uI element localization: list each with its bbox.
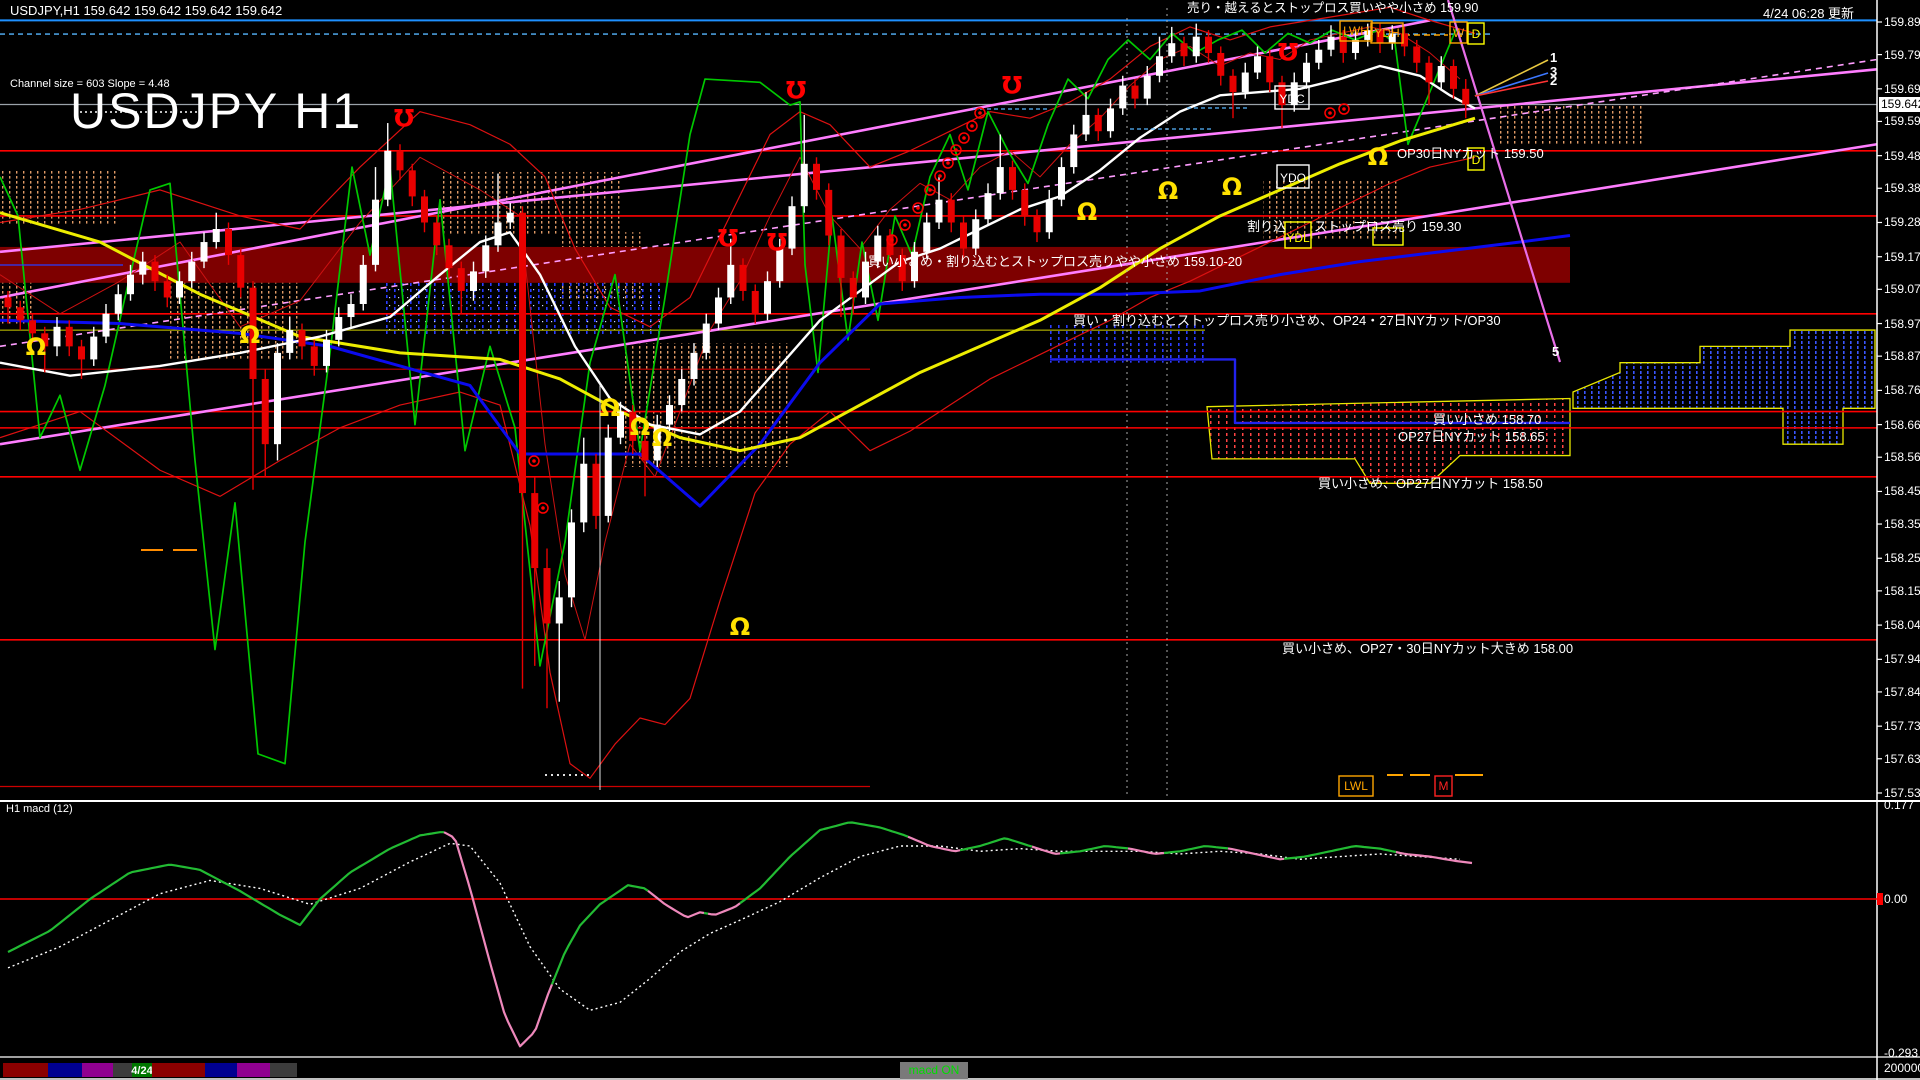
period-strip-segment xyxy=(237,1063,270,1077)
period-strip-segment xyxy=(152,1063,205,1077)
macd-panel[interactable] xyxy=(0,801,1877,1057)
period-strip-date-label: 4/24 xyxy=(131,1065,153,1077)
price-axis-label: 158.150 xyxy=(1884,583,1920,598)
period-strip-segment xyxy=(82,1063,113,1077)
period-strip-segment xyxy=(3,1063,48,1077)
price-axis-label: 157.940 xyxy=(1884,652,1920,667)
annotation-text: ストップロス売り 159.30 xyxy=(1314,219,1462,234)
chart-title-bar: USDJPY,H1 159.642 159.642 159.642 159.64… xyxy=(10,3,283,18)
macd-on-toggle[interactable]: macd ON xyxy=(900,1062,968,1079)
annotation-text: OP30日NYカット 159.50 xyxy=(1397,146,1544,161)
price-axis-label: 158.870 xyxy=(1884,349,1920,364)
macd-axis-label: 0.177 xyxy=(1884,798,1915,812)
price-axis-label: 158.560 xyxy=(1884,450,1920,465)
price-axis-label: 158.660 xyxy=(1884,417,1920,432)
price-axis-label: 158.455 xyxy=(1884,484,1920,499)
price-axis-label: 159.075 xyxy=(1884,282,1920,297)
price-axis-label: 159.485 xyxy=(1884,148,1920,163)
price-axis-label: 158.970 xyxy=(1884,316,1920,331)
period-strip-segment xyxy=(48,1063,82,1077)
annotation-text: 買い小さめ・割り込むとストップロス売りやや小さめ 159.10-20 xyxy=(868,254,1243,269)
price-axis-label: 158.355 xyxy=(1884,517,1920,532)
price-axis-label: 159.795 xyxy=(1884,47,1920,62)
price-axis-label: 159.895 xyxy=(1884,15,1920,29)
period-strip-segment xyxy=(270,1063,297,1077)
fan-line-label: 5 xyxy=(1552,344,1560,359)
annotation-text: 買い・割り込むとストップロス売り小さめ、OP24・27日NYカット/OP30 xyxy=(1073,313,1501,328)
price-axis-label: 159.690 xyxy=(1884,81,1920,96)
annotation-text: 買い小さめ 158.70 xyxy=(1433,412,1542,427)
price-axis-label: 159.590 xyxy=(1884,114,1920,129)
mt4-trading-chart-window: Ω Ω Ω Ω Ω Ω Ω Ω Ω Ω Ω Ω Ω Ω Ω Ω LWH YDH W D YDC YDO D YDL LWL M 4/… xyxy=(0,0,1920,1080)
price-axis-label: 157.635 xyxy=(1884,751,1920,766)
price-axis-label: 157.840 xyxy=(1884,684,1920,699)
annotation-text: 買い小さめ、OP27・30日NYカット大きめ 158.00 xyxy=(1282,641,1574,656)
annotation-text: 買い小さめ、OP27日NYカット 158.50 xyxy=(1318,476,1543,491)
price-axis-label: 157.735 xyxy=(1884,719,1920,734)
annotation-sell-stop-15990: 売り・越えるとストップロス買いやや小さめ 159.90 xyxy=(1187,1,1479,15)
volume-axis-label: 200000 xyxy=(1884,1061,1920,1075)
price-axis-label: 158.250 xyxy=(1884,551,1920,566)
price-axis-label: 159.280 xyxy=(1884,215,1920,230)
fan-line-label: 1 xyxy=(1550,50,1558,65)
update-timestamp: 4/24 06:28 更新 xyxy=(1763,6,1855,21)
current-price-tag: 159.642 xyxy=(1879,97,1920,112)
period-strip-segment xyxy=(113,1063,132,1077)
price-axis-label: 158.045 xyxy=(1884,618,1920,633)
price-axis-label: 158.765 xyxy=(1884,383,1920,398)
annotation-text: OP27日NYカット 158.65 xyxy=(1398,429,1545,444)
macd-indicator-label: H1 macd (12) xyxy=(6,803,73,815)
macd-axis-label: 0.00 xyxy=(1884,892,1908,906)
price-axis-label: 159.175 xyxy=(1884,249,1920,264)
period-strip-segment xyxy=(205,1063,237,1077)
symbol-watermark: USDJPY H1 xyxy=(70,83,363,139)
annotation-text: 割り込 xyxy=(1247,219,1287,234)
macd-axis-label: -0.293 xyxy=(1884,1046,1919,1060)
fan-line-label: 2 xyxy=(1550,73,1558,88)
price-axis-label: 159.385 xyxy=(1884,181,1920,196)
